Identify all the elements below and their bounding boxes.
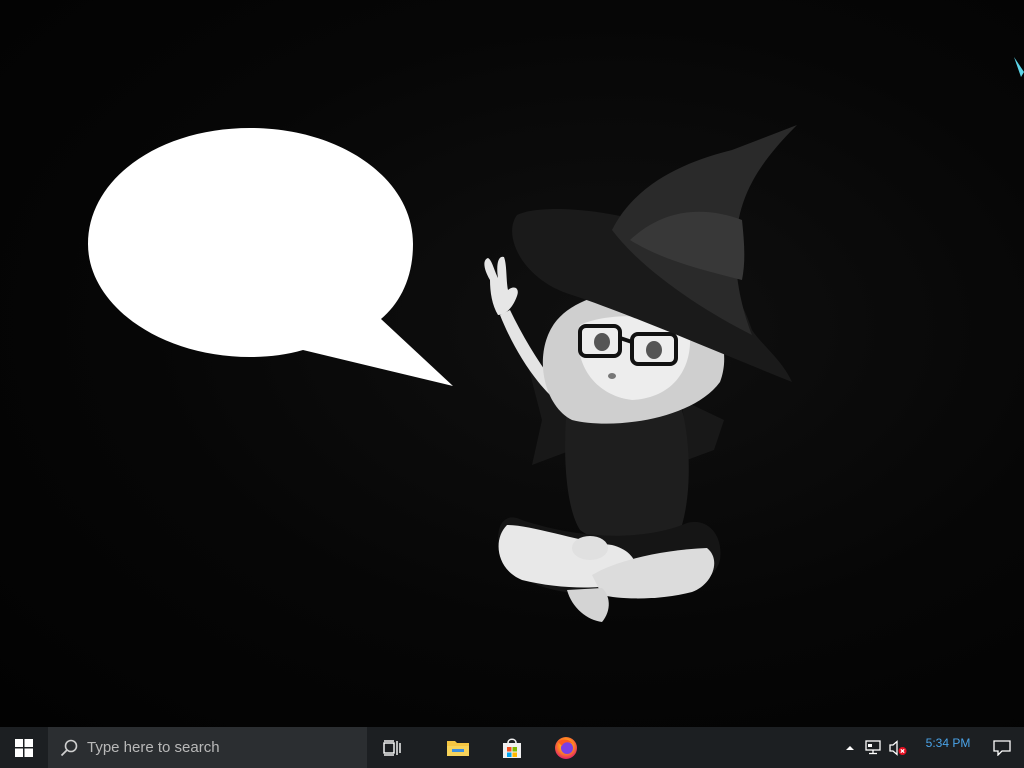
microsoft-store-button[interactable] [488,727,536,768]
caret-up-icon [846,745,854,750]
folder-icon [447,740,469,756]
corner-decoration [1014,57,1024,77]
notification-icon [993,739,1011,756]
volume-muted-icon [889,739,907,756]
file-explorer-button[interactable] [434,727,482,768]
start-button[interactable] [0,727,48,768]
task-view-icon [383,739,401,756]
action-center-button[interactable] [980,727,1024,768]
task-view-button[interactable] [368,727,416,768]
desktop-wallpaper [0,0,1024,727]
volume-button[interactable] [886,727,910,768]
search-placeholder: Type here to search [87,739,220,756]
firefox-icon [555,736,577,759]
speech-bubble [88,128,453,386]
windows-logo-icon [15,738,33,757]
store-icon [503,737,521,758]
clock[interactable]: 5:34 PM [916,736,980,750]
network-icon [865,739,881,754]
search-box[interactable]: Type here to search [48,727,367,768]
search-icon [60,739,78,756]
show-hidden-icons-button[interactable] [838,727,862,768]
network-button[interactable] [862,727,886,768]
system-tray: 5:34 PM [838,727,980,768]
witch-character-illustration [484,125,797,622]
firefox-button[interactable] [542,727,590,768]
taskbar: Type here to search 5:34 PM [0,727,1024,768]
